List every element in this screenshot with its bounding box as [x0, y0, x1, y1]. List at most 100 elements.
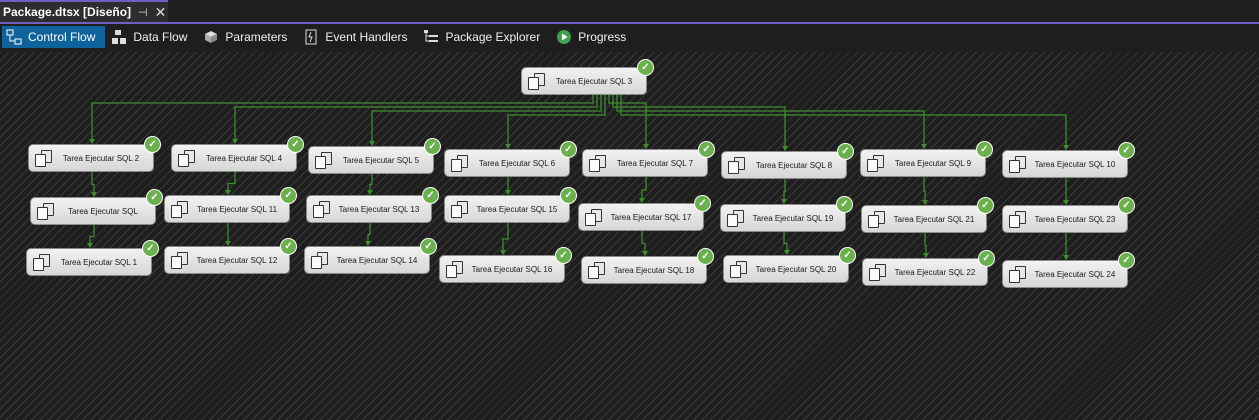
tab-event-handlers[interactable]: Event Handlers — [299, 26, 417, 48]
execute-sql-task-icon — [865, 153, 885, 173]
success-check-icon: ✓ — [836, 196, 853, 213]
task-label: Tarea Ejecutar SQL 21 — [893, 214, 975, 224]
execute-sql-task-icon — [444, 259, 464, 279]
tab-control-flow[interactable]: Control Flow — [2, 26, 106, 48]
task-node[interactable]: Tarea Ejecutar SQL 19 ✓ — [720, 196, 853, 232]
task-node[interactable]: Tarea Ejecutar SQL 20 ✓ — [723, 247, 856, 283]
task-node[interactable]: Tarea Ejecutar SQL 7 ✓ — [582, 141, 715, 177]
task-label: Tarea Ejecutar SQL 3 — [555, 76, 633, 86]
task-node[interactable]: Tarea Ejecutar SQL 12 ✓ — [164, 238, 297, 274]
task-node[interactable]: Tarea Ejecutar SQL 5 ✓ — [308, 138, 441, 174]
success-check-icon: ✓ — [280, 238, 297, 255]
success-check-icon: ✓ — [637, 59, 654, 76]
task-label: Tarea Ejecutar SQL 19 — [752, 213, 834, 223]
success-check-icon: ✓ — [142, 240, 159, 257]
task-node[interactable]: Tarea Ejecutar SQL 8 ✓ — [721, 143, 854, 179]
execute-sql-task-icon — [449, 153, 469, 173]
execute-sql-task-icon — [31, 252, 51, 272]
task-label: Tarea Ejecutar SQL 20 — [755, 264, 837, 274]
task-root[interactable]: Tarea Ejecutar SQL 3 ✓ — [521, 59, 654, 95]
constraint-root-to-col-1 — [91, 95, 594, 143]
task-label: Tarea Ejecutar SQL 9 — [894, 158, 972, 168]
task-label: Tarea Ejecutar SQL 11 — [196, 204, 278, 214]
constraint-root-to-col-7 — [616, 95, 925, 148]
success-check-icon: ✓ — [146, 189, 163, 206]
execute-sql-task-icon — [1007, 209, 1027, 229]
success-check-icon: ✓ — [420, 238, 437, 255]
task-label: Tarea Ejecutar SQL 16 — [471, 264, 553, 274]
task-node[interactable]: Tarea Ejecutar SQL 18 ✓ — [581, 248, 714, 284]
task-label: Tarea Ejecutar SQL 7 — [616, 158, 694, 168]
task-label: Tarea Ejecutar SQL 10 — [1034, 159, 1116, 169]
execute-sql-task-icon — [311, 199, 331, 219]
pin-icon[interactable]: ⊣ — [138, 6, 148, 19]
tab-label: Control Flow — [28, 30, 96, 44]
execute-sql-task-icon — [867, 262, 887, 282]
execute-sql-task-icon — [33, 148, 53, 168]
task-label: Tarea Ejecutar SQL 4 — [205, 153, 283, 163]
task-node[interactable]: Tarea Ejecutar SQL 22 ✓ — [862, 250, 995, 286]
execute-sql-task-icon — [176, 148, 196, 168]
task-node[interactable]: Tarea Ejecutar SQL 15 ✓ — [444, 187, 577, 223]
task-node[interactable]: Tarea Ejecutar SQL 1 ✓ — [26, 240, 159, 276]
task-node[interactable]: Tarea Ejecutar SQL 4 ✓ — [171, 136, 304, 172]
task-node[interactable]: Tarea Ejecutar SQL 2 ✓ — [28, 136, 161, 172]
execute-sql-task-icon — [586, 260, 606, 280]
task-label: Tarea Ejecutar SQL 13 — [338, 204, 420, 214]
task-label: Tarea Ejecutar SQL 1 — [60, 257, 138, 267]
task-node[interactable]: Tarea Ejecutar SQL 21 ✓ — [861, 197, 994, 233]
task-node[interactable]: Tarea Ejecutar SQL 11 ✓ — [164, 187, 297, 223]
tab-progress[interactable]: Progress — [552, 26, 636, 48]
task-label: Tarea Ejecutar SQL 8 — [755, 160, 833, 170]
constraint-root-to-col-8 — [620, 95, 1067, 149]
success-check-icon: ✓ — [422, 187, 439, 204]
task-label: Tarea Ejecutar SQL 22 — [894, 267, 976, 277]
task-node[interactable]: Tarea Ejecutar SQL 6 ✓ — [444, 141, 577, 177]
document-tab[interactable]: Package.dtsx [Diseño] ⊣ ✕ — [0, 0, 168, 22]
task-node[interactable]: Tarea Ejecutar SQL 24 ✓ — [1002, 252, 1135, 288]
execute-sql-task-icon — [526, 71, 546, 91]
tab-package-explorer[interactable]: Package Explorer — [419, 26, 550, 48]
progress-icon — [556, 29, 572, 45]
success-check-icon: ✓ — [424, 138, 441, 155]
package-explorer-icon — [423, 29, 439, 45]
task-label: Tarea Ejecutar SQL 17 — [610, 212, 692, 222]
control-flow-canvas[interactable]: Tarea Ejecutar SQL 3 ✓ Tarea Ejecutar SQL … — [0, 52, 1259, 420]
event-handlers-icon — [303, 29, 319, 45]
execute-sql-task-icon — [1007, 264, 1027, 284]
task-label: Tarea Ejecutar SQL 12 — [196, 255, 278, 265]
task-node[interactable]: Tarea Ejecutar SQL 17 ✓ — [578, 195, 711, 231]
tab-data-flow[interactable]: Data Flow — [107, 26, 197, 48]
task-node[interactable]: Tarea Ejecutar SQL 14 ✓ — [304, 238, 437, 274]
close-icon[interactable]: ✕ — [155, 4, 167, 21]
precedence-constraints — [87, 95, 1069, 260]
tab-label: Parameters — [225, 30, 288, 44]
constraint-chain — [923, 177, 926, 204]
execute-sql-task-icon — [309, 250, 329, 270]
success-check-icon: ✓ — [1118, 197, 1135, 214]
success-check-icon: ✓ — [555, 247, 572, 264]
tab-label: Data Flow — [133, 30, 188, 44]
data-flow-icon — [111, 29, 127, 45]
task-label: Tarea Ejecutar SQL 14 — [336, 255, 418, 265]
document-tab-bar: Package.dtsx [Diseño] ⊣ ✕ — [0, 0, 1259, 24]
execute-sql-task-icon — [313, 150, 333, 170]
success-check-icon: ✓ — [698, 141, 715, 158]
control-flow-icon — [6, 29, 22, 45]
task-node[interactable]: Tarea Ejecutar SQL 13 ✓ — [306, 187, 439, 223]
task-node[interactable]: Tarea Ejecutar SQL 10 ✓ — [1002, 142, 1135, 178]
execute-sql-task-icon — [169, 199, 189, 219]
task-node[interactable]: Tarea Ejecutar SQL 16 ✓ — [439, 247, 572, 283]
success-check-icon: ✓ — [1118, 252, 1135, 269]
task-node[interactable]: Tarea Ejecutar SQL ✓ — [30, 189, 163, 225]
document-tab-title: Package.dtsx [Diseño] — [3, 5, 132, 19]
execute-sql-task-icon — [587, 153, 607, 173]
task-node[interactable]: Tarea Ejecutar SQL 23 ✓ — [1002, 197, 1135, 233]
success-check-icon: ✓ — [697, 248, 714, 265]
success-check-icon: ✓ — [144, 136, 161, 153]
success-check-icon: ✓ — [287, 136, 304, 153]
tab-parameters[interactable]: Parameters — [199, 26, 297, 48]
execute-sql-task-icon — [728, 259, 748, 279]
task-node[interactable]: Tarea Ejecutar SQL 9 ✓ — [860, 141, 993, 177]
success-check-icon: ✓ — [976, 141, 993, 158]
